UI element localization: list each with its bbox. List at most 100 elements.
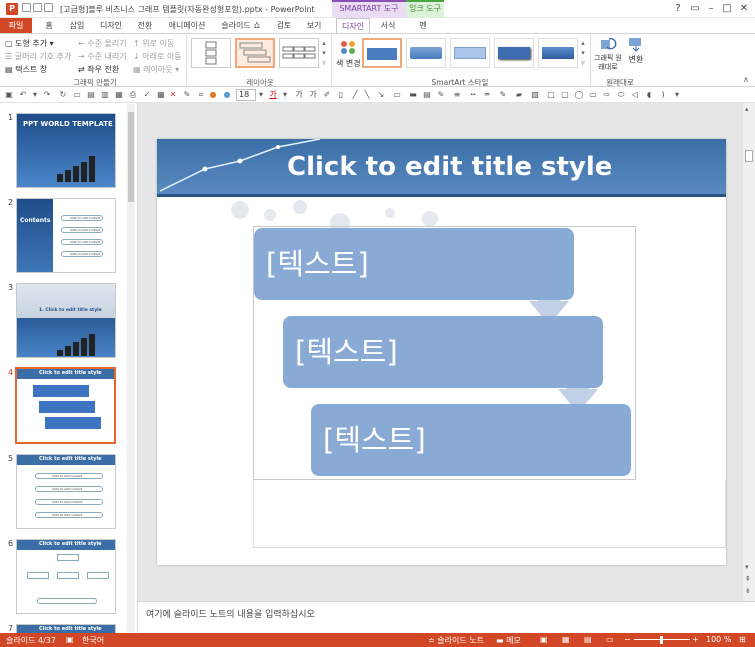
redo-icon[interactable]: ↷ bbox=[42, 90, 52, 100]
right-to-left-button[interactable]: ⇄ 좌우 전환 bbox=[78, 64, 119, 75]
sound-icon[interactable]: ◁ bbox=[630, 90, 640, 100]
layout-option-3[interactable] bbox=[279, 38, 319, 68]
slide-thumbnail-4-selected[interactable]: Click to edit title style bbox=[15, 367, 116, 444]
delete-icon[interactable]: ✕ bbox=[168, 90, 178, 100]
notes-toggle-button[interactable]: ≐ 슬라이드 노트 bbox=[428, 635, 484, 646]
align-icon[interactable]: ▬ bbox=[408, 90, 418, 100]
print-preview-icon[interactable]: ▦ bbox=[114, 90, 124, 100]
tab-file[interactable]: 파일 bbox=[0, 18, 32, 34]
slide-thumbnail-3[interactable]: 1. Click to edit title style bbox=[16, 283, 116, 358]
repeat-icon[interactable]: ↻ bbox=[58, 90, 68, 100]
slide-title[interactable]: Click to edit title style bbox=[287, 152, 612, 182]
print-icon[interactable]: ⎙ bbox=[128, 90, 138, 100]
tab-smartart-design[interactable]: 디자인 bbox=[336, 18, 370, 34]
save-icon[interactable]: ▣ bbox=[4, 90, 14, 100]
pen-color-icon[interactable]: ✎ bbox=[498, 90, 508, 100]
spelling-status-icon[interactable]: ▣ bbox=[66, 635, 74, 644]
text-box-icon[interactable]: ▯ bbox=[336, 90, 346, 100]
undo-dropdown-icon[interactable]: ▾ bbox=[30, 90, 40, 100]
comments-toggle-button[interactable]: ▬ 메모 bbox=[496, 635, 521, 646]
tab-animations[interactable]: 애니메이션 bbox=[164, 18, 210, 34]
move-down-button[interactable]: ↓ 아래로 이동 bbox=[133, 51, 182, 62]
format-painter-icon[interactable]: ✎ bbox=[182, 90, 192, 100]
zoom-level[interactable]: 100 % bbox=[706, 635, 731, 644]
eyedropper-icon[interactable]: ✎ bbox=[436, 90, 446, 100]
editor-scroll-thumb[interactable] bbox=[745, 150, 753, 162]
chart-icon[interactable]: ● bbox=[208, 90, 218, 100]
powerpoint-icon[interactable]: P bbox=[6, 3, 18, 15]
insert-shape-icon[interactable]: ▭ bbox=[392, 90, 402, 100]
section-icon[interactable]: ▥ bbox=[100, 90, 110, 100]
reset-graphic-button[interactable]: 그래픽 원래대로 bbox=[593, 36, 623, 72]
tab-format[interactable]: 서식 bbox=[374, 18, 402, 34]
zoom-slider-thumb[interactable] bbox=[660, 636, 663, 644]
content-placeholder-frame[interactable] bbox=[253, 480, 726, 548]
change-colors-button[interactable]: 색 변경 bbox=[336, 38, 361, 78]
scroll-up-icon[interactable]: ▴ bbox=[745, 105, 749, 113]
callout-icon[interactable]: ◯ bbox=[574, 90, 584, 100]
right-arrow-shape-icon[interactable]: ⇨ bbox=[602, 90, 612, 100]
text-pane-button[interactable]: ▤ 텍스트 창 bbox=[5, 64, 47, 75]
line-weight-icon[interactable]: ≡ bbox=[452, 90, 462, 100]
language-indicator[interactable]: 한국어 bbox=[82, 635, 104, 646]
slide-thumbnail-1[interactable]: PPT WORLD TEMPLATE bbox=[16, 113, 116, 188]
effects-icon[interactable]: ▧ bbox=[530, 90, 540, 100]
smartart-style-2[interactable] bbox=[406, 38, 446, 68]
next-slide-icon[interactable]: ⇟ bbox=[745, 587, 751, 595]
move-up-button[interactable]: ↑ 위로 이동 bbox=[133, 38, 174, 49]
convert-button[interactable]: 변환 bbox=[625, 36, 647, 65]
rectangle-icon[interactable]: □ bbox=[546, 90, 556, 100]
promote-button[interactable]: ← 수준 올리기 bbox=[78, 38, 127, 49]
dash-icon[interactable]: ═ bbox=[482, 90, 492, 100]
slideshow-icon[interactable]: ▭ bbox=[606, 635, 614, 644]
zoom-in-icon[interactable]: + bbox=[692, 635, 699, 644]
frame-icon[interactable]: ▭ bbox=[588, 90, 598, 100]
crop-icon[interactable]: ⌗ bbox=[196, 90, 206, 100]
slide-thumbnail-6[interactable]: Click to edit title style bbox=[16, 539, 116, 614]
customize-qat-icon[interactable]: ▾ bbox=[672, 90, 682, 100]
demote-button[interactable]: → 수준 내리기 bbox=[78, 51, 127, 62]
style-gallery-scroll[interactable]: ▴ ▾ ▿ bbox=[579, 38, 587, 68]
fill-color-icon[interactable]: ▰ bbox=[514, 90, 524, 100]
smartart-box-2[interactable]: [텍스트] bbox=[283, 316, 603, 388]
font-size-dropdown-icon[interactable]: ▾ bbox=[256, 90, 266, 100]
notes-placeholder[interactable]: 여기에 슬라이드 노트의 내용을 입력하십시오 bbox=[146, 607, 315, 620]
oval-icon[interactable]: ⬭ bbox=[616, 90, 626, 100]
tab-view[interactable]: 보기 bbox=[302, 18, 326, 34]
slide-sorter-icon[interactable]: ▦ bbox=[562, 635, 570, 644]
smartart-box-3[interactable]: [텍스트] bbox=[311, 404, 631, 476]
table-icon[interactable]: ▦ bbox=[156, 90, 166, 100]
normal-view-icon[interactable]: ▣ bbox=[540, 635, 548, 644]
smartart-box-1[interactable]: [텍스트] bbox=[254, 228, 574, 300]
thumbnail-scroll-thumb[interactable] bbox=[128, 112, 134, 202]
increase-font-icon[interactable]: 가 bbox=[294, 90, 304, 100]
font-size-box[interactable]: 18 bbox=[236, 89, 256, 101]
add-shape-button[interactable]: ▢ 도형 추가 ▾ bbox=[5, 38, 54, 49]
layout-option-1[interactable] bbox=[191, 38, 231, 68]
scroll-down-icon[interactable]: ▾ bbox=[745, 563, 749, 571]
smartart-style-3[interactable] bbox=[450, 38, 490, 68]
layout-gallery-scroll[interactable]: ▴ ▾ ▿ bbox=[320, 38, 328, 68]
tab-slideshow[interactable]: 슬라이드 쇼 bbox=[216, 18, 266, 34]
arrow-icon[interactable]: ↘ bbox=[376, 90, 386, 100]
undo-icon[interactable]: ↶ bbox=[18, 90, 28, 100]
tab-insert[interactable]: 삽입 bbox=[64, 18, 90, 34]
smartart-style-5[interactable] bbox=[538, 38, 578, 68]
new-slide-icon[interactable]: ▭ bbox=[72, 90, 82, 100]
smartart-style-4[interactable] bbox=[494, 38, 534, 68]
tab-review[interactable]: 검토 bbox=[272, 18, 296, 34]
line-style-icon[interactable]: ┅ bbox=[468, 90, 478, 100]
add-bullet-button[interactable]: ☰ 글머리 기호 추가 bbox=[5, 51, 71, 62]
layout-button[interactable]: ▦ 레이아웃 ▾ bbox=[133, 64, 179, 75]
tab-design[interactable]: 디자인 bbox=[96, 18, 126, 34]
decrease-font-icon[interactable]: 가 bbox=[308, 90, 318, 100]
zoom-out-icon[interactable]: − bbox=[624, 635, 631, 644]
font-color-icon[interactable]: 가 bbox=[268, 90, 278, 100]
rounded-rect-icon[interactable]: ▢ bbox=[560, 90, 570, 100]
tab-pen[interactable]: 펜 bbox=[410, 18, 436, 34]
ribbon-display-button[interactable]: ▭ bbox=[688, 2, 702, 16]
slide-thumbnail-5[interactable]: Click to edit title style Click to add c… bbox=[16, 454, 116, 529]
minimize-button[interactable]: – bbox=[704, 2, 718, 16]
color-icon[interactable]: ● bbox=[222, 90, 232, 100]
close-button[interactable]: ✕ bbox=[737, 2, 751, 16]
